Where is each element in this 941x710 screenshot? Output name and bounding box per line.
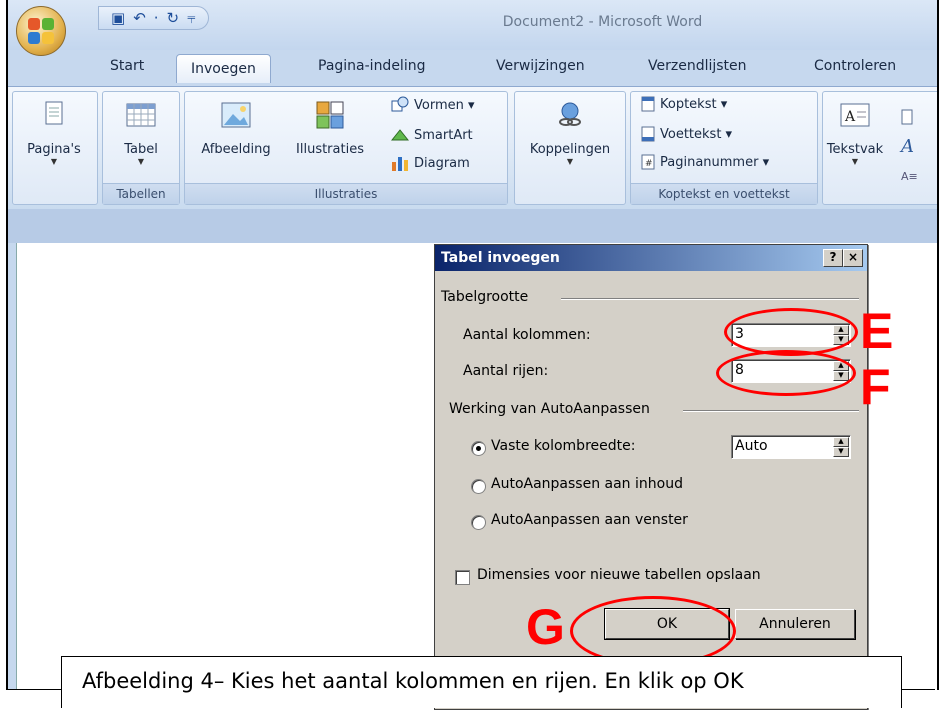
tabel-label: Tabel	[124, 142, 158, 157]
annotation-letter-g: G	[526, 599, 565, 655]
footer-icon	[641, 126, 655, 142]
dialog-title: Tabel invoegen	[441, 250, 560, 266]
radio-venster[interactable]	[471, 515, 486, 530]
koppelingen-button[interactable]: Koppelingen ▼	[519, 98, 621, 167]
voettekst-button[interactable]: Voettekst ▾	[641, 126, 732, 142]
annotation-ring-kolommen	[724, 308, 858, 356]
close-button[interactable]: ×	[843, 249, 863, 267]
spin-up-icon[interactable]: ▲	[833, 437, 849, 447]
diagram-button[interactable]: Diagram	[391, 154, 470, 172]
annotation-letter-f: F	[860, 359, 891, 415]
paginanummer-label: Paginanummer ▾	[660, 154, 770, 170]
smartart-button[interactable]: SmartArt	[391, 126, 473, 144]
clipart-icon	[316, 101, 344, 129]
tabelgrootte-heading: Tabelgrootte	[441, 289, 529, 305]
page-number-icon: #	[641, 154, 655, 170]
group-tekst: A Tekstvak ▼ A A≡	[822, 91, 937, 205]
inhoud-label: AutoAanpassen aan inhoud	[491, 476, 683, 492]
table-icon	[126, 103, 156, 127]
vormen-label: Vormen ▾	[414, 97, 475, 113]
tab-start[interactable]: Start	[110, 58, 144, 74]
svg-text:A: A	[844, 109, 856, 125]
picture-icon	[221, 102, 251, 128]
tab-verzendlijsten[interactable]: Verzendlijsten	[648, 58, 747, 74]
tekstvak-button[interactable]: A Tekstvak ▼	[825, 98, 885, 167]
group-koptekst: Koptekst ▾ Voettekst ▾ # Paginanummer ▾ …	[630, 91, 818, 205]
document-ruler-band	[8, 209, 937, 243]
tab-pagina-indeling[interactable]: Pagina-indeling	[318, 58, 425, 74]
koptekst-button[interactable]: Koptekst ▾	[641, 96, 727, 112]
group-paginas: Pagina's ▼	[12, 91, 98, 205]
tabel-button[interactable]: Tabel ▼	[109, 98, 173, 167]
pages-icon	[45, 101, 63, 125]
ribbon-tabs: Start Invoegen Pagina-indeling Verwijzin…	[8, 54, 937, 84]
annuleren-button[interactable]: Annuleren	[735, 609, 855, 639]
dropdown-arrow-icon: ▼	[50, 157, 58, 166]
title-bar: ▣ ↶ · ↻ ⫧ Document2 - Microsoft Word	[8, 0, 937, 56]
smartart-icon	[391, 129, 409, 141]
koptekst-label: Koptekst ▾	[660, 96, 728, 112]
koppelingen-label: Koppelingen	[529, 142, 611, 157]
help-button[interactable]: ?	[823, 249, 843, 267]
paginas-label: Pagina's	[27, 142, 81, 157]
dialog-title-bar: Tabel invoegen ? ×	[435, 245, 867, 271]
section-divider	[683, 410, 859, 412]
caption-rule-right	[902, 689, 935, 690]
afbeelding-button[interactable]: Afbeelding	[189, 98, 283, 157]
textbox-icon: A	[840, 103, 870, 127]
vaste-label: Vaste kolombreedte:	[491, 438, 636, 454]
link-icon	[559, 102, 581, 126]
paginanummer-button[interactable]: # Paginanummer ▾	[641, 154, 769, 170]
afbeelding-label: Afbeelding	[201, 142, 271, 157]
dropdown-arrow-icon: ▼	[566, 157, 574, 166]
dimensies-label: Dimensies voor nieuwe tabellen opslaan	[477, 567, 761, 583]
venster-label: AutoAanpassen aan venster	[491, 512, 688, 528]
paginas-button[interactable]: Pagina's ▼	[19, 98, 89, 167]
dropdown-arrow-icon: ▼	[137, 157, 145, 166]
annotation-letter-e: E	[860, 303, 894, 359]
voettekst-label: Voettekst ▾	[660, 126, 733, 142]
figure-caption: Afbeelding 4– Kies het aantal kolommen e…	[61, 656, 902, 708]
dimensies-checkbox[interactable]	[455, 570, 470, 585]
illustraties-group-label: Illustraties	[185, 183, 507, 204]
koptekst-group-label: Koptekst en voettekst	[631, 183, 817, 204]
diagram-label: Diagram	[414, 155, 470, 171]
annotation-ring-rijen	[716, 350, 856, 396]
tab-invoegen[interactable]: Invoegen	[176, 54, 271, 83]
tab-verwijzingen[interactable]: Verwijzingen	[496, 58, 585, 74]
office-logo-icon	[28, 18, 54, 44]
vormen-button[interactable]: Vormen ▾	[391, 96, 475, 114]
tekstvak-label: Tekstvak	[826, 142, 884, 157]
ribbon: Pagina's ▼ Tabel ▼ Tabellen Afbeelding I…	[8, 86, 937, 210]
vaste-spinner[interactable]: Auto ▲ ▼	[731, 435, 851, 459]
rijen-label: Aantal rijen:	[463, 363, 549, 379]
svg-text:A: A	[899, 136, 914, 157]
header-icon	[641, 96, 655, 112]
vaste-value: Auto	[735, 438, 768, 454]
window-title: Document2 - Microsoft Word	[502, 14, 703, 30]
tabellen-group-label: Tabellen	[103, 183, 179, 204]
office-button[interactable]	[16, 6, 66, 56]
radio-vaste[interactable]	[471, 441, 486, 456]
tab-controleren[interactable]: Controleren	[814, 58, 896, 74]
smartart-label: SmartArt	[414, 127, 473, 143]
dropdown-arrow-icon: ▼	[851, 157, 859, 166]
radio-inhoud[interactable]	[471, 479, 486, 494]
section-divider	[561, 298, 859, 300]
autoaanpassen-heading: Werking van AutoAanpassen	[449, 401, 650, 417]
caption-rule-left	[6, 689, 62, 690]
quickparts-icons: A A≡	[899, 109, 918, 183]
group-illustraties: Afbeelding Illustraties Vormen ▾ SmartAr…	[184, 91, 508, 205]
spin-down-icon[interactable]: ▼	[833, 447, 849, 457]
svg-text:#: #	[645, 159, 653, 169]
group-koppelingen: Koppelingen ▼	[514, 91, 626, 205]
svg-text:A≡: A≡	[901, 170, 918, 183]
chart-icon	[392, 157, 408, 171]
illustraties-button[interactable]: Illustraties	[283, 98, 377, 157]
shapes-icon	[391, 96, 409, 112]
group-tabellen: Tabel ▼ Tabellen	[102, 91, 180, 205]
kolommen-label: Aantal kolommen:	[463, 327, 591, 343]
illustraties-label: Illustraties	[296, 142, 364, 157]
